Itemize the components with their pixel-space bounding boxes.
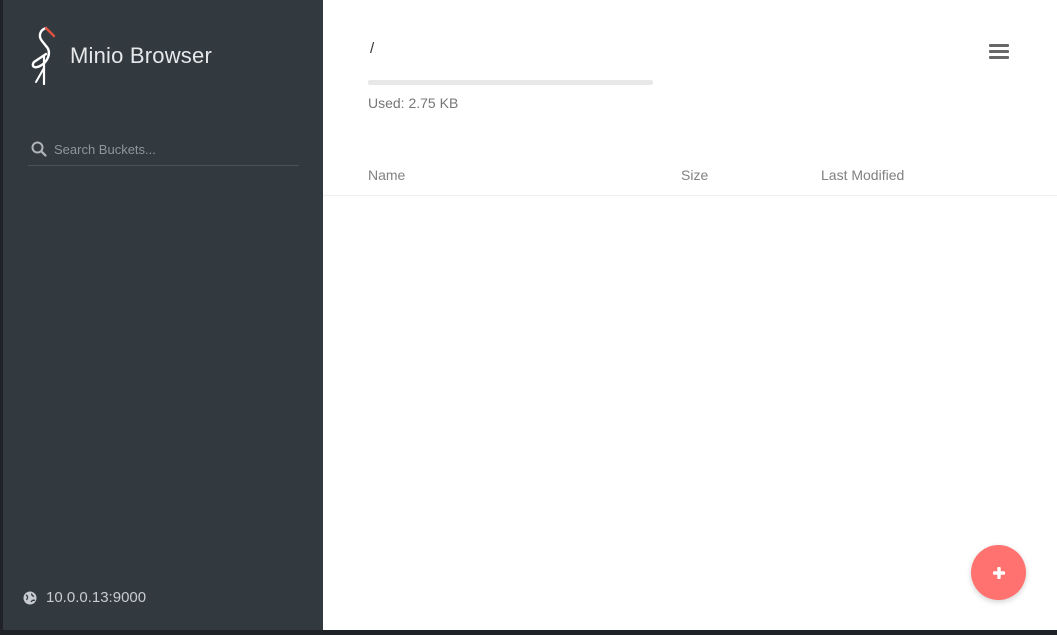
server-host: 10.0.0.13:9000 <box>23 589 146 606</box>
globe-icon <box>23 591 37 604</box>
search-icon <box>31 141 47 157</box>
column-header-last-modified[interactable]: Last Modified <box>821 167 904 183</box>
app-title: Minio Browser <box>70 43 212 68</box>
object-table-header: Name Size Last Modified <box>323 156 1057 196</box>
storage-used-label: Used: 2.75 KB <box>368 95 459 111</box>
search-buckets-input[interactable] <box>54 141 284 157</box>
column-header-name[interactable]: Name <box>368 167 405 183</box>
current-path: / <box>370 40 375 57</box>
bucket-search <box>28 133 299 166</box>
hamburger-menu-icon[interactable] <box>989 44 1009 62</box>
logo: Minio Browser <box>28 24 212 88</box>
minio-crane-logo-icon <box>31 26 56 86</box>
column-header-size[interactable]: Size <box>681 167 708 183</box>
app-window: Minio Browser 10.0.0.13:9000 / Used: 2.7… <box>3 0 1057 630</box>
storage-usage-bar <box>368 80 653 85</box>
main-content: / Used: 2.75 KB Name Size Last Modified <box>323 0 1057 630</box>
sidebar: Minio Browser 10.0.0.13:9000 <box>3 0 323 630</box>
add-action-button[interactable] <box>971 545 1026 600</box>
server-address: 10.0.0.13:9000 <box>46 589 147 606</box>
plus-icon <box>992 566 1005 579</box>
